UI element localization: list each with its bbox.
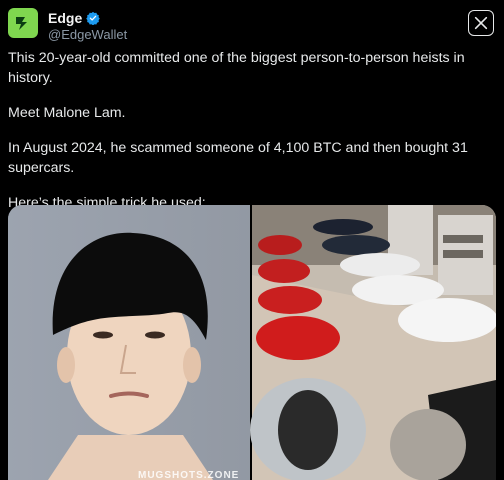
verified-badge-icon (86, 11, 101, 25)
x-logo-icon[interactable] (468, 10, 494, 36)
media-grid (8, 205, 496, 480)
post-body: This 20-year-old committed one of the bi… (8, 48, 496, 228)
post-paragraph: This 20-year-old committed one of the bi… (8, 50, 465, 86)
name-row: Edge (48, 10, 101, 26)
post-paragraph: Meet Malone Lam. (8, 105, 126, 121)
post-header: Edge @EdgeWallet (8, 8, 496, 44)
post-paragraph: In August 2024, he scammed someone of 4,… (8, 140, 468, 176)
avatar[interactable] (8, 8, 38, 38)
edge-logo-icon (16, 17, 27, 30)
account-name[interactable]: Edge (48, 10, 82, 26)
mugshot-photo[interactable] (8, 205, 250, 480)
account-handle[interactable]: @EdgeWallet (48, 27, 127, 42)
supercar-garage-photo[interactable] (250, 205, 496, 480)
watermark-text: MUGSHOTS.ZONE (138, 470, 240, 480)
post-media[interactable]: MUGSHOTS.ZONE (8, 205, 496, 480)
